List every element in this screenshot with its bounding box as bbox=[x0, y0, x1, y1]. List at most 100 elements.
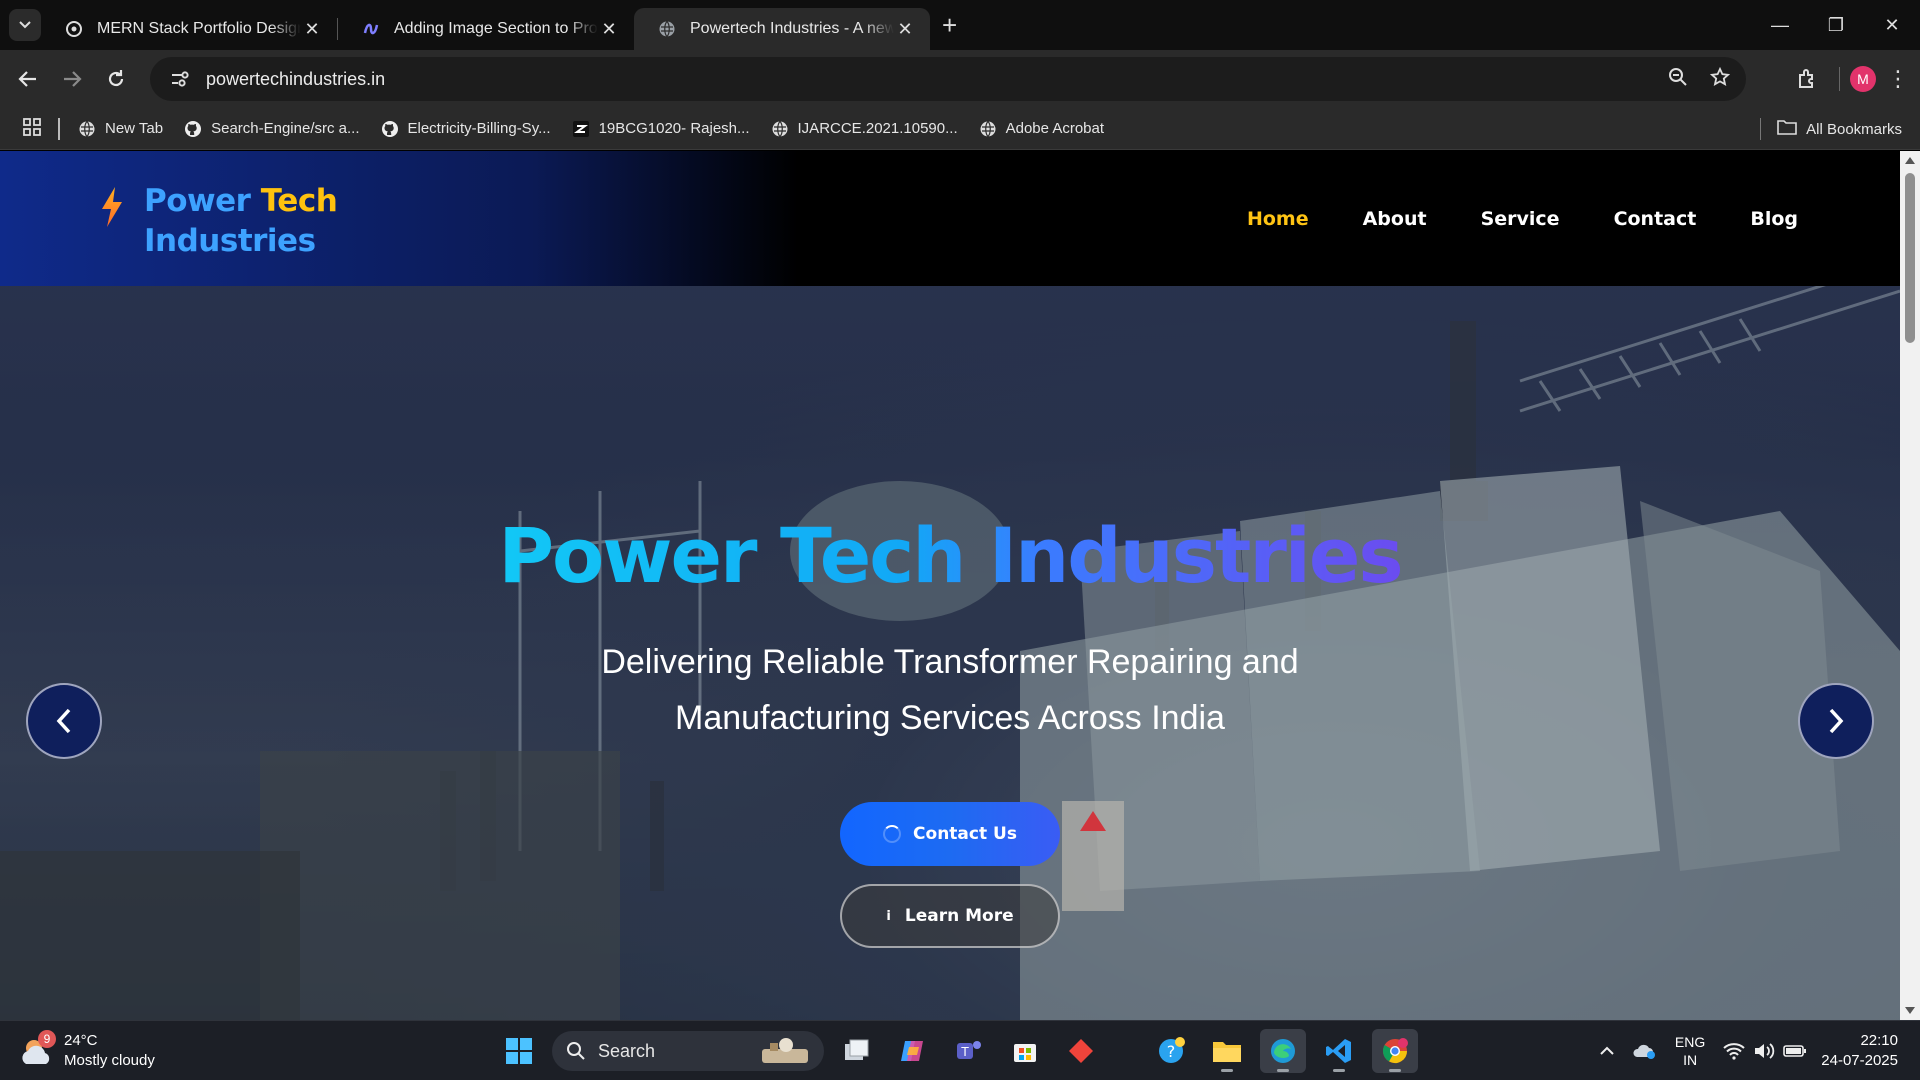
all-bookmarks-button[interactable]: All Bookmarks bbox=[1760, 108, 1902, 150]
clock-time: 22:10 bbox=[1860, 1032, 1898, 1049]
bookmark-label: Search-Engine/src a... bbox=[211, 120, 360, 137]
contact-us-button[interactable]: Contact Us bbox=[840, 802, 1060, 866]
tab-powertech[interactable]: Powertech Industries - A new solution ✕ bbox=[634, 8, 930, 50]
logo-word-industries: Industries bbox=[144, 223, 316, 259]
windows-logo-icon bbox=[506, 1038, 532, 1064]
nav-about[interactable]: About bbox=[1363, 208, 1427, 230]
reload-button[interactable] bbox=[94, 57, 138, 101]
forward-button[interactable] bbox=[50, 57, 94, 101]
language-line1: ENG bbox=[1674, 1034, 1706, 1050]
weather-condition: Mostly cloudy bbox=[64, 1052, 155, 1069]
close-window-icon[interactable]: ✕ bbox=[1864, 0, 1920, 50]
site-info-icon[interactable] bbox=[160, 70, 200, 88]
search-highlight-icon bbox=[756, 1035, 816, 1072]
start-button[interactable] bbox=[496, 1029, 542, 1073]
toolbar-divider bbox=[1839, 67, 1840, 91]
hero-subtitle: Delivering Reliable Transformer Repairin… bbox=[601, 643, 1299, 737]
tab-search-button[interactable] bbox=[9, 9, 41, 41]
taskbar-search[interactable]: Search bbox=[552, 1031, 824, 1071]
logo-word-tech: Tech bbox=[260, 183, 338, 219]
wifi-icon[interactable] bbox=[1723, 1042, 1745, 1060]
battery-icon[interactable] bbox=[1783, 1043, 1807, 1059]
search-icon bbox=[567, 1042, 585, 1060]
tab-title: Powertech Industries - A new solution bbox=[690, 20, 894, 37]
bookmark-label: New Tab bbox=[105, 120, 164, 137]
hero-section: Power Tech Industries Delivering Reliabl… bbox=[0, 511, 1900, 948]
weather-badge: 9 bbox=[38, 1030, 56, 1048]
close-icon[interactable]: ✕ bbox=[598, 19, 620, 40]
new-tab-button[interactable]: + bbox=[942, 12, 957, 38]
menu-kebab-icon[interactable]: ⋮ bbox=[1876, 66, 1920, 92]
close-icon[interactable]: ✕ bbox=[894, 19, 916, 40]
microsoft-store-icon[interactable] bbox=[1002, 1029, 1048, 1073]
globe-icon bbox=[658, 20, 676, 38]
nav-blog[interactable]: Blog bbox=[1750, 208, 1798, 230]
chevron-up-icon[interactable] bbox=[1599, 1046, 1615, 1056]
back-button[interactable] bbox=[6, 57, 50, 101]
nav-contact[interactable]: Contact bbox=[1614, 208, 1697, 230]
tab-image-section[interactable]: Adding Image Section to Project ✕ bbox=[338, 8, 634, 50]
file-explorer-icon[interactable] bbox=[1204, 1029, 1250, 1073]
weather-widget[interactable]: 9 24°C Mostly cloudy bbox=[20, 1030, 155, 1071]
taskbar-apps: Search T ? bbox=[496, 1029, 1418, 1073]
browser-toolbar: powertechindustries.in M ⋮ bbox=[0, 50, 1920, 108]
bookmarks-divider bbox=[58, 117, 60, 140]
bookmark-19bcg1020[interactable]: 19BCG1020- Rajesh... bbox=[572, 120, 750, 138]
minimize-icon[interactable]: — bbox=[1752, 0, 1808, 50]
window-controls: — ❐ ✕ bbox=[1752, 0, 1920, 50]
zoom-icon[interactable] bbox=[1668, 67, 1688, 92]
site-header: Power Tech Industries Home About Service… bbox=[0, 151, 1900, 286]
openai-icon bbox=[65, 20, 83, 38]
page-scrollbar[interactable] bbox=[1900, 151, 1920, 1020]
edge-app-icon[interactable] bbox=[1260, 1029, 1306, 1073]
main-nav: Home About Service Contact Blog bbox=[1247, 151, 1798, 286]
volume-icon[interactable] bbox=[1753, 1042, 1775, 1060]
anydesk-icon[interactable] bbox=[1058, 1029, 1104, 1073]
site-logo[interactable]: Power Tech Industries bbox=[100, 181, 338, 261]
clock-date: 24-07-2025 bbox=[1821, 1052, 1898, 1069]
address-bar[interactable]: powertechindustries.in bbox=[150, 57, 1746, 101]
scroll-down-arrow-icon[interactable] bbox=[1905, 1007, 1915, 1014]
extensions-icon[interactable] bbox=[1785, 68, 1829, 90]
task-view-icon[interactable] bbox=[834, 1029, 880, 1073]
globe-icon bbox=[78, 120, 96, 138]
tab-mern-portfolio[interactable]: MERN Stack Portfolio Design ✕ bbox=[41, 8, 337, 50]
weather-temp: 24°C bbox=[64, 1032, 98, 1049]
nav-service[interactable]: Service bbox=[1481, 208, 1560, 230]
help-icon[interactable]: ? bbox=[1148, 1029, 1194, 1073]
svg-text:?: ? bbox=[1167, 1042, 1176, 1061]
bookmark-label: IJARCCE.2021.10590... bbox=[797, 120, 958, 137]
language-indicator[interactable]: ENG IN bbox=[1675, 1033, 1705, 1069]
scroll-up-arrow-icon[interactable] bbox=[1905, 157, 1915, 164]
learn-more-button[interactable]: i Learn More bbox=[840, 884, 1060, 948]
close-icon[interactable]: ✕ bbox=[301, 19, 323, 40]
reload-icon bbox=[108, 70, 124, 87]
teams-icon[interactable]: T bbox=[946, 1029, 992, 1073]
chrome-icon[interactable] bbox=[1372, 1029, 1418, 1073]
nav-home[interactable]: Home bbox=[1247, 208, 1309, 230]
bookmark-label: Adobe Acrobat bbox=[1005, 120, 1105, 137]
bookmark-search-engine[interactable]: Search-Engine/src a... bbox=[184, 120, 360, 138]
restore-icon[interactable]: ❐ bbox=[1808, 0, 1864, 50]
scrollbar-thumb[interactable] bbox=[1905, 173, 1915, 343]
bookmark-adobe-acrobat[interactable]: Adobe Acrobat bbox=[979, 120, 1104, 138]
svg-text:T: T bbox=[960, 1045, 969, 1059]
bookmark-ijarcce[interactable]: IJARCCE.2021.10590... bbox=[771, 120, 958, 138]
onedrive-icon[interactable] bbox=[1633, 1042, 1657, 1060]
system-tray: ENG IN 22:10 24-07-2025 bbox=[1599, 1021, 1920, 1080]
bookmark-label: Electricity-Billing-Sy... bbox=[407, 120, 551, 137]
arrow-left-icon bbox=[18, 71, 36, 87]
logo-word-power: Power bbox=[144, 183, 251, 219]
copilot-icon[interactable] bbox=[890, 1029, 936, 1073]
language-line2: IN bbox=[1683, 1052, 1698, 1068]
bookmark-electricity-billing[interactable]: Electricity-Billing-Sy... bbox=[381, 120, 551, 138]
profile-avatar[interactable]: M bbox=[1850, 66, 1876, 92]
vscode-icon[interactable] bbox=[1316, 1029, 1362, 1073]
taskbar: 9 24°C Mostly cloudy Search T ? ENG IN 2… bbox=[0, 1020, 1920, 1080]
bookmark-star-icon[interactable] bbox=[1709, 66, 1731, 92]
bookmark-new-tab[interactable]: New Tab bbox=[78, 120, 163, 138]
apps-grid-icon[interactable] bbox=[22, 117, 44, 141]
hero-title: Power Tech Industries bbox=[498, 511, 1403, 600]
clock[interactable]: 22:10 24-07-2025 bbox=[1821, 1031, 1898, 1071]
github-icon bbox=[184, 120, 202, 138]
